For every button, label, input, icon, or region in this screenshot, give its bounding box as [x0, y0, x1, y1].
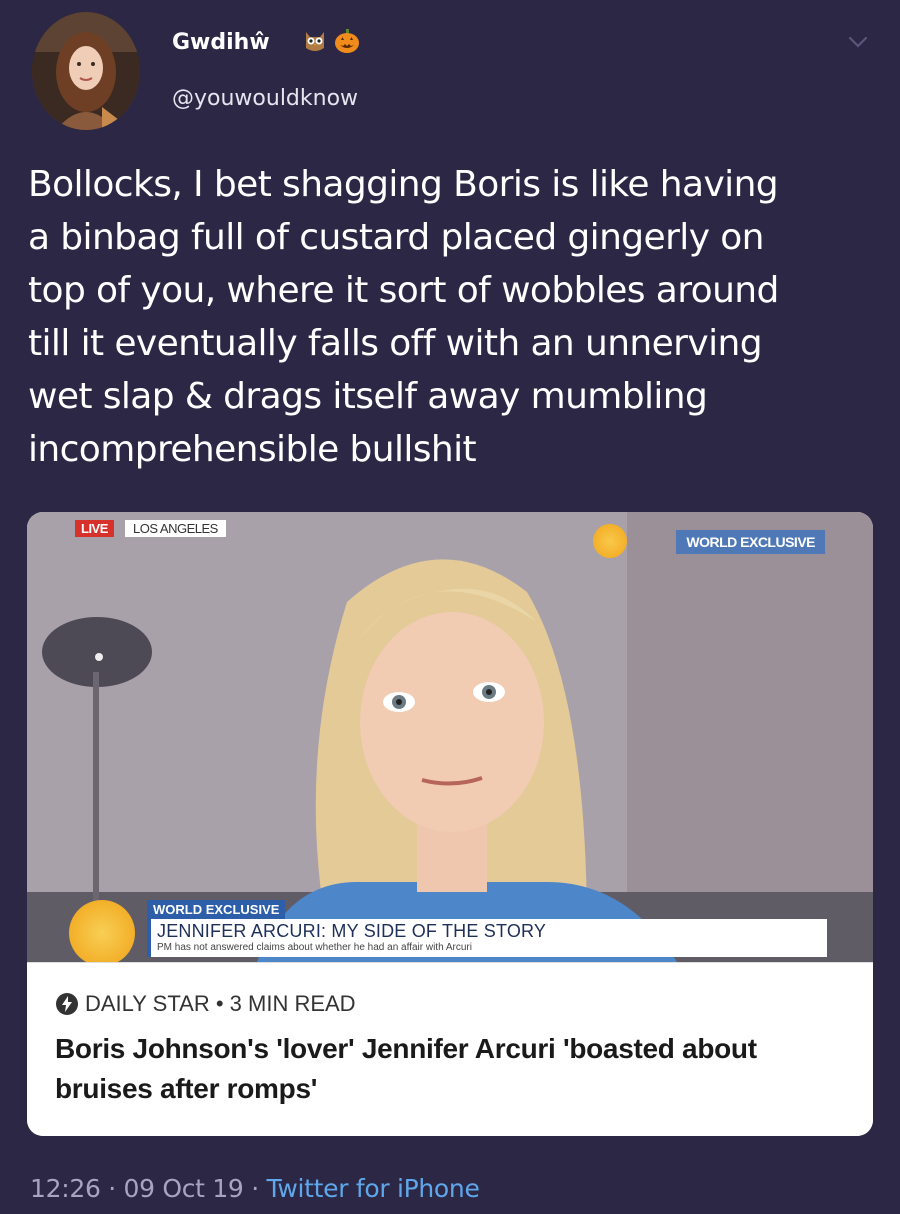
footer-separator: · [243, 1174, 267, 1203]
lightning-bolt-icon [56, 993, 78, 1015]
show-logo-large-icon [69, 900, 135, 962]
location-badge: LOS ANGELES [125, 520, 226, 537]
live-badge: LIVE [75, 520, 114, 537]
card-source-row: DAILY STAR • 3 MIN READ [55, 991, 356, 1017]
lower-third: WORLD EXCLUSIVE JENNIFER ARCURI: MY SIDE… [147, 900, 827, 957]
card-media: LIVE LOS ANGELES WORLD EXCLUSIVE WORLD E… [27, 512, 873, 962]
avatar-image [32, 12, 140, 130]
card-read-time: 3 MIN READ [229, 991, 356, 1016]
card-source-separator: • [209, 991, 230, 1016]
link-card[interactable]: LIVE LOS ANGELES WORLD EXCLUSIVE WORLD E… [27, 512, 873, 1136]
tweet: Gwdihŵ @youwouldknow Bollocks, I bet sha… [0, 0, 900, 1214]
pumpkin-emoji-icon [335, 29, 359, 53]
tweet-time[interactable]: 12:26 [30, 1174, 101, 1203]
tweet-text: Bollocks, I bet shagging Boris is like h… [28, 164, 779, 470]
owl-emoji-icon [306, 32, 324, 51]
lower-third-subline: PM has not answered claims about whether… [157, 942, 472, 953]
avatar[interactable] [32, 12, 140, 130]
lower-third-headline: JENNIFER ARCURI: MY SIDE OF THE STORY [157, 921, 547, 941]
card-source: DAILY STAR [85, 991, 210, 1016]
card-info: DAILY STAR • 3 MIN READ Boris Johnson's … [27, 962, 873, 1136]
lower-third-bar: JENNIFER ARCURI: MY SIDE OF THE STORY PM… [147, 919, 827, 957]
news-video-still [27, 512, 873, 962]
display-name[interactable]: Gwdihŵ [172, 30, 270, 55]
world-exclusive-badge: WORLD EXCLUSIVE [676, 530, 825, 554]
user-handle[interactable]: @youwouldknow [172, 86, 358, 111]
card-title[interactable]: Boris Johnson's 'lover' Jennifer Arcuri … [55, 1029, 855, 1109]
tweet-date[interactable]: 09 Oct 19 [124, 1174, 244, 1203]
tweet-client-link[interactable]: Twitter for iPhone [267, 1174, 480, 1203]
lower-third-tag: WORLD EXCLUSIVE [147, 900, 286, 919]
footer-separator: · [100, 1174, 124, 1203]
tweet-footer: 12:26 · 09 Oct 19 · Twitter for iPhone [30, 1174, 480, 1203]
show-logo-icon [593, 524, 627, 558]
chevron-down-icon[interactable] [846, 30, 870, 54]
